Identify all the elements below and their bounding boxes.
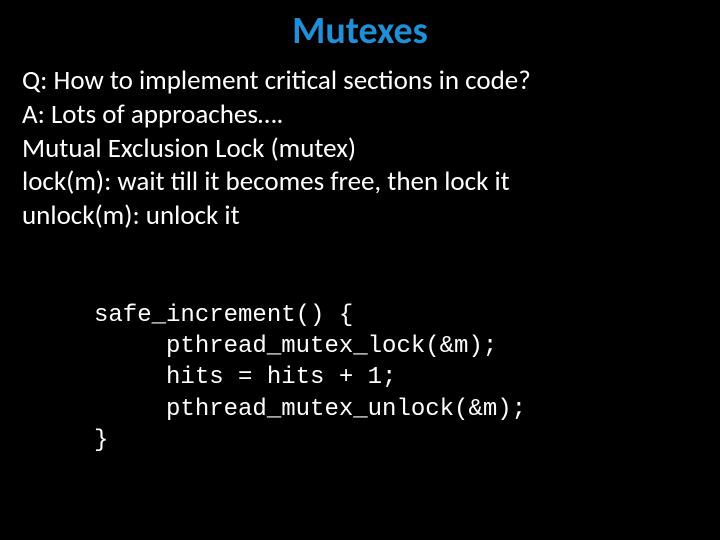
- body-line-mutex: Mutual Exclusion Lock (mutex): [22, 132, 698, 166]
- code-line: pthread_mutex_lock(&m);: [94, 333, 497, 360]
- code-line: safe_increment() {: [94, 302, 353, 329]
- body-line-unlock: unlock(m): unlock it: [22, 199, 698, 233]
- body-line-answer: A: Lots of approaches….: [22, 98, 698, 132]
- code-line: pthread_mutex_unlock(&m);: [94, 396, 526, 423]
- body-line-lock: lock(m): wait till it becomes free, then…: [22, 165, 698, 199]
- code-block: safe_increment() { pthread_mutex_lock(&m…: [94, 269, 698, 487]
- slide-body: Q: How to implement critical sections in…: [22, 64, 698, 233]
- code-line: }: [94, 427, 108, 454]
- slide-container: Mutexes Q: How to implement critical sec…: [0, 0, 720, 540]
- code-line: hits = hits + 1;: [94, 364, 396, 391]
- slide-title: Mutexes: [22, 8, 698, 54]
- body-line-question: Q: How to implement critical sections in…: [22, 64, 698, 98]
